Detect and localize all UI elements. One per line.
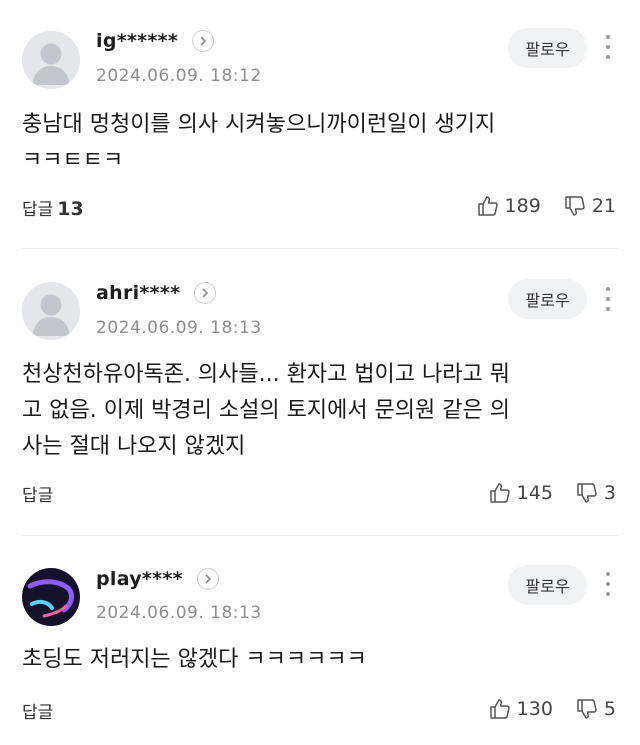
username[interactable]: play**** [96, 568, 183, 590]
person-icon [22, 31, 80, 89]
author-row: ig****** [96, 30, 215, 52]
follow-button[interactable]: 팔로우 [508, 279, 587, 319]
reply-button[interactable]: 답글 13 [22, 195, 84, 220]
reactions: 130 5 [488, 697, 616, 721]
chevron-right-icon[interactable] [192, 30, 215, 52]
person-icon [22, 282, 80, 340]
reply-button[interactable]: 답글 [22, 698, 53, 723]
author-row: play**** [96, 568, 219, 590]
chevron-right-icon[interactable] [194, 282, 217, 304]
like-button[interactable]: 189 [476, 194, 541, 218]
comment-date: 2024.06.09. 18:12 [96, 66, 262, 86]
author-row: ahri**** [96, 282, 217, 304]
thumbs-up-icon [477, 196, 498, 216]
reactions: 145 3 [488, 481, 616, 505]
follow-button[interactable]: 팔로우 [508, 565, 587, 605]
like-count: 130 [516, 698, 553, 720]
comment-text: 천상천하유아독존. 의사들... 환자고 법이고 나라고 뭐 고 없음. 이제 … [22, 362, 510, 459]
follow-button[interactable]: 팔로우 [508, 28, 587, 68]
more-options-icon[interactable] [600, 33, 616, 61]
dislike-button[interactable]: 3 [575, 481, 616, 505]
more-options-icon[interactable] [600, 285, 616, 313]
avatar[interactable] [22, 568, 80, 626]
thumbs-up-icon [489, 483, 510, 503]
more-options-icon[interactable] [600, 570, 616, 598]
reply-label: 답글 [22, 200, 54, 220]
chevron-right-icon[interactable] [196, 568, 219, 590]
comment-date: 2024.06.09. 18:13 [96, 603, 262, 623]
abstract-avatar-icon [22, 568, 80, 626]
dislike-button[interactable]: 21 [563, 194, 616, 218]
dislike-count: 21 [591, 195, 616, 217]
username[interactable]: ahri**** [96, 282, 180, 304]
comment-text: 충남대 멍청이를 의사 시켜놓으니까이런일이 생기지 ㅋㅋㅌㅌㅋ [22, 112, 496, 173]
divider [22, 535, 618, 536]
avatar[interactable] [22, 282, 80, 340]
like-count: 189 [504, 195, 541, 217]
like-count: 145 [516, 482, 553, 504]
divider [22, 248, 618, 249]
reply-label: 답글 [22, 703, 54, 723]
reply-count: 13 [57, 198, 84, 220]
username[interactable]: ig****** [96, 30, 178, 52]
comment-text: 초딩도 저러지는 않겠다 ㅋㅋㅋㅋㅋㅋ [22, 647, 367, 672]
avatar[interactable] [22, 31, 80, 89]
like-button[interactable]: 130 [488, 697, 553, 721]
reactions: 189 21 [476, 194, 616, 218]
dislike-count: 3 [603, 482, 616, 504]
thumbs-down-icon [577, 699, 597, 719]
like-button[interactable]: 145 [488, 481, 553, 505]
dislike-button[interactable]: 5 [575, 697, 616, 721]
thumbs-up-icon [489, 699, 510, 719]
reply-label: 답글 [22, 486, 54, 506]
comment-date: 2024.06.09. 18:13 [96, 318, 262, 338]
dislike-count: 5 [603, 698, 616, 720]
reply-button[interactable]: 답글 [22, 481, 53, 506]
thumbs-down-icon [565, 196, 585, 216]
thumbs-down-icon [577, 483, 597, 503]
